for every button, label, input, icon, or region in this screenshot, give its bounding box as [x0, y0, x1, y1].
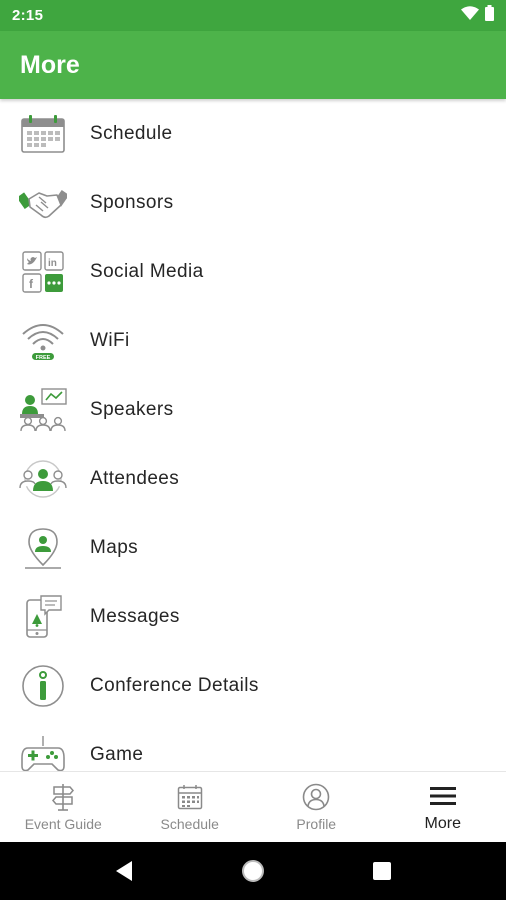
menu-item-label: Schedule	[90, 122, 173, 144]
battery-icon	[485, 5, 494, 26]
menu-item-maps[interactable]: Maps	[0, 513, 506, 582]
menu-item-speakers[interactable]: Speakers	[0, 375, 506, 444]
page-title: More	[20, 50, 80, 79]
profile-icon	[302, 782, 330, 812]
menu-item-messages[interactable]: Messages	[0, 582, 506, 651]
menu-item-attendees[interactable]: Attendees	[0, 444, 506, 513]
tab-label: More	[424, 815, 461, 832]
menu-item-label: Attendees	[90, 467, 180, 489]
svg-text:FREE: FREE	[36, 355, 51, 361]
menu-item-label: WiFi	[90, 329, 130, 351]
tab-label: Profile	[296, 816, 337, 832]
menu-item-label: Messages	[90, 605, 180, 627]
menu-item-wifi[interactable]: FREE WiFi	[0, 306, 506, 375]
menu-item-label: Social Media	[90, 260, 204, 282]
tab-profile[interactable]: Profile	[253, 772, 380, 842]
calendar-icon	[177, 782, 203, 812]
home-icon[interactable]	[229, 847, 277, 895]
calendar-icon	[0, 99, 90, 168]
menu-item-conference-details[interactable]: Conference Details	[0, 651, 506, 720]
back-icon[interactable]	[100, 847, 148, 895]
signpost-icon	[51, 782, 75, 812]
bottom-navigation: Event Guide Schedule Profile More	[0, 771, 506, 842]
info-icon	[0, 651, 90, 720]
status-time: 2:15	[12, 7, 44, 24]
menu-item-label: Speakers	[90, 398, 174, 420]
tab-schedule[interactable]: Schedule	[127, 772, 254, 842]
wifi-signal-icon	[461, 6, 479, 25]
menu-item-label: Sponsors	[90, 191, 174, 213]
tab-event-guide[interactable]: Event Guide	[0, 772, 127, 842]
tab-label: Schedule	[160, 816, 219, 832]
status-icons	[461, 5, 494, 26]
handshake-icon	[0, 168, 90, 237]
menu-item-social-media[interactable]: in f Social Media	[0, 237, 506, 306]
map-pin-icon	[0, 513, 90, 582]
app-bar: More	[0, 31, 506, 99]
hamburger-menu-icon	[429, 781, 456, 811]
menu-item-label: Game	[90, 743, 144, 765]
social-media-icon: in f	[0, 237, 90, 306]
tab-label: Event Guide	[24, 816, 102, 832]
system-navigation-bar	[0, 842, 506, 900]
speakers-icon	[0, 375, 90, 444]
wifi-icon: FREE	[0, 306, 90, 375]
attendees-icon	[0, 444, 90, 513]
tab-more[interactable]: More	[380, 772, 506, 842]
menu-item-label: Maps	[90, 536, 139, 558]
messages-icon	[0, 582, 90, 651]
status-bar: 2:15	[0, 0, 506, 31]
more-menu-list: Schedule Sponsors in f Social Media FREE…	[0, 99, 506, 771]
recents-icon[interactable]	[358, 847, 406, 895]
game-controller-icon	[0, 720, 90, 771]
svg-text:in: in	[48, 258, 57, 269]
menu-item-schedule[interactable]: Schedule	[0, 99, 506, 168]
menu-item-game[interactable]: Game	[0, 720, 506, 771]
menu-item-sponsors[interactable]: Sponsors	[0, 168, 506, 237]
menu-item-label: Conference Details	[90, 674, 259, 696]
